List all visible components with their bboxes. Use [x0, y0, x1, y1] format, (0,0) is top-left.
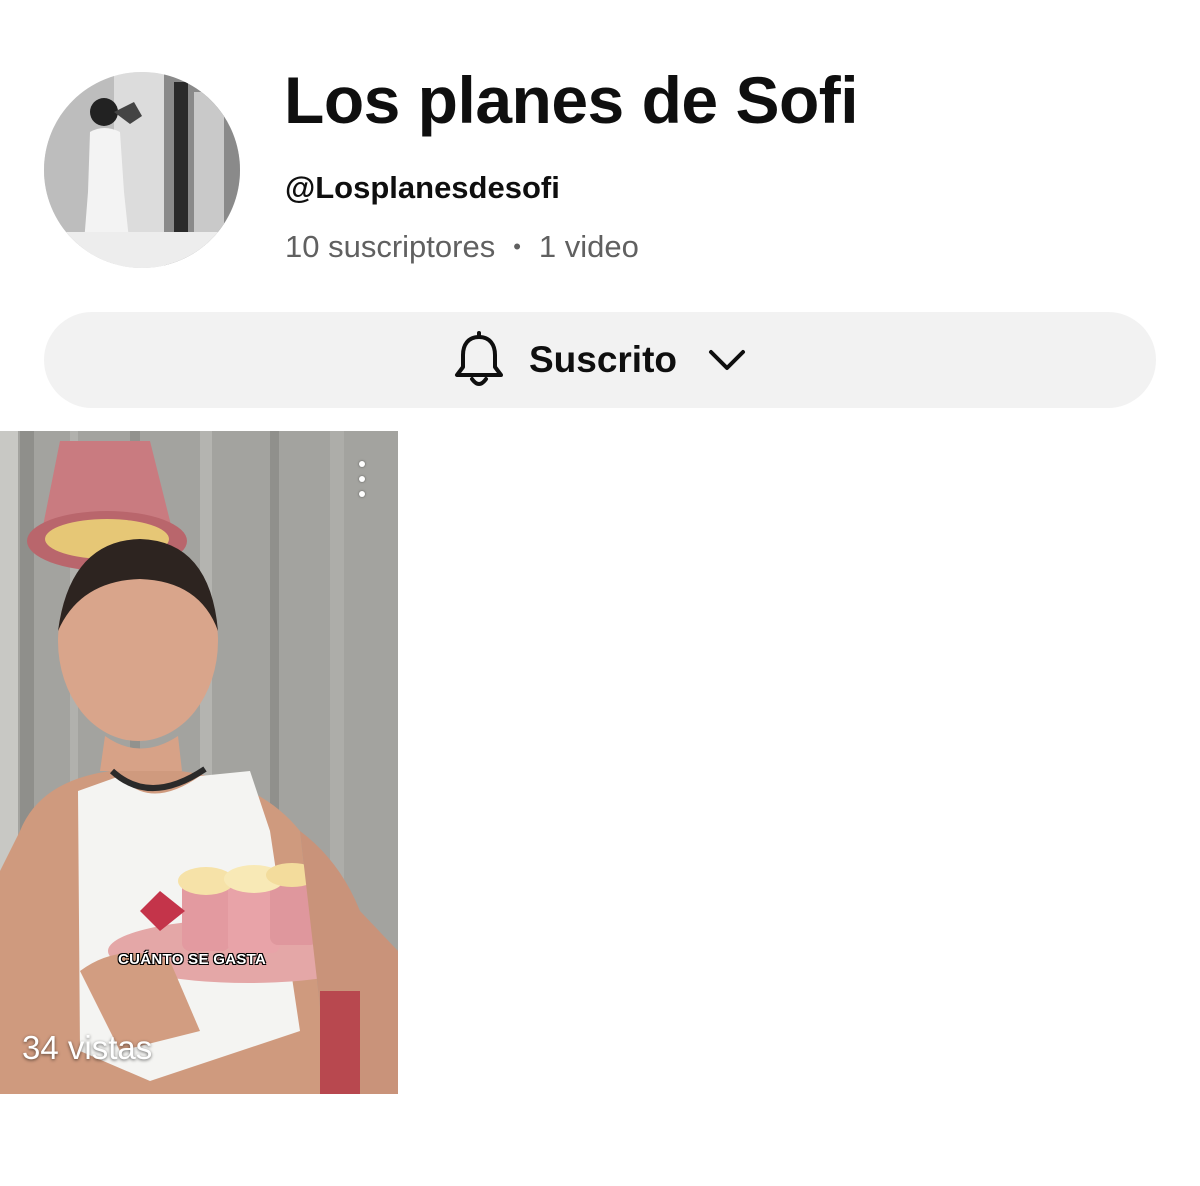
subscribed-label: Suscrito: [528, 339, 678, 380]
video-thumbnail-image: [0, 431, 398, 1094]
video-caption: CUÁNTO SE GASTA: [118, 951, 267, 968]
subscribed-button[interactable]: Suscrito: [44, 312, 1156, 408]
video-count: 1 video: [538, 229, 639, 264]
chevron-down-icon: [707, 348, 747, 372]
bell-icon: [453, 331, 505, 389]
channel-handle: @Losplanesdesofi: [285, 170, 560, 205]
more-vert-icon[interactable]: [354, 461, 370, 497]
channel-name: Los planes de Sofi: [284, 63, 859, 137]
avatar-photo: [44, 72, 240, 268]
stats-separator: •: [513, 234, 521, 259]
channel-stats: 10 suscriptores • 1 video: [285, 229, 639, 265]
video-view-count: 34 vistas: [22, 1029, 153, 1066]
channel-avatar[interactable]: [44, 72, 240, 268]
video-thumbnail-card[interactable]: CUÁNTO SE GASTA 34 vistas: [0, 431, 398, 1094]
subscriber-count: 10 suscriptores: [285, 229, 496, 264]
